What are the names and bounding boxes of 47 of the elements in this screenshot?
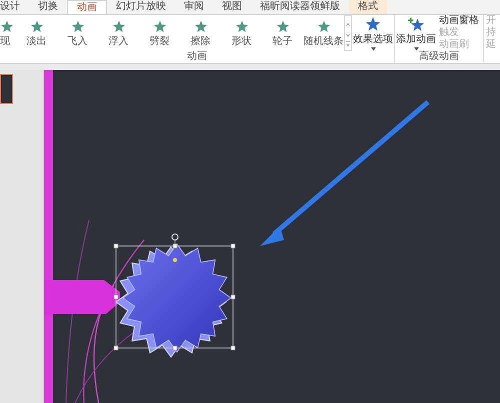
animation-effect[interactable]: 淡出 [16,15,57,51]
add-animation-button[interactable]: 添加动画 [395,15,437,51]
star-icon [112,20,126,34]
star-icon [30,20,44,34]
rotate-handle[interactable] [172,234,178,246]
star-icon [364,17,382,32]
adjustment-handle[interactable] [173,258,177,262]
caret-icon [370,47,376,51]
ribbon-tab[interactable]: 动画 [67,0,107,14]
star-icon [70,20,84,34]
animation-effect[interactable]: 轮子 [262,15,303,51]
animation-effect[interactable]: 浮入 [98,15,139,51]
animation-effect[interactable]: 飞入 [57,15,98,51]
ribbon-tab[interactable]: 格式 [349,0,387,14]
star-icon [194,20,208,34]
ribbon-command[interactable]: 动画窗格 [437,15,479,27]
animation-effect[interactable]: 随机线条 [303,15,344,51]
ribbon-tab[interactable]: 切换 [29,0,67,14]
ribbon-tab[interactable]: 视图 [213,0,251,14]
gallery-scrollbar[interactable] [344,15,352,51]
star-icon [316,20,330,34]
ribbon-tab[interactable]: 幻灯片放映 [107,0,175,14]
ribbon-tab[interactable]: 审阅 [175,0,213,14]
resize-handle[interactable] [230,294,236,300]
resize-handle[interactable] [114,244,118,248]
add-star-icon [407,17,425,32]
star-icon [234,20,248,34]
star-icon [276,20,290,34]
ribbon-tab[interactable]: 福昕阅读器领鲜版 [251,0,349,14]
effect-options-button[interactable]: 效果选项 [352,15,394,51]
caret-icon [414,47,418,51]
resize-handle[interactable] [230,244,236,248]
animation-effect[interactable]: 现 [0,15,16,51]
animation-effect[interactable]: 擦除 [180,15,221,51]
resize-handle[interactable] [172,346,178,350]
resize-handle[interactable] [114,294,118,300]
ribbon-tab[interactable]: 设计 [0,0,29,14]
resize-handle[interactable] [230,346,236,350]
group-label: 动画 [186,51,208,63]
group-label: 高级动画 [418,51,460,63]
animation-effect[interactable]: 形状 [221,15,262,51]
star-icon [0,20,14,34]
resize-handle[interactable] [114,346,118,350]
slide-thumbnail[interactable] [0,74,13,104]
animation-effect[interactable]: 劈裂 [139,15,180,51]
star-icon [152,20,166,34]
resize-handle[interactable] [172,244,178,248]
